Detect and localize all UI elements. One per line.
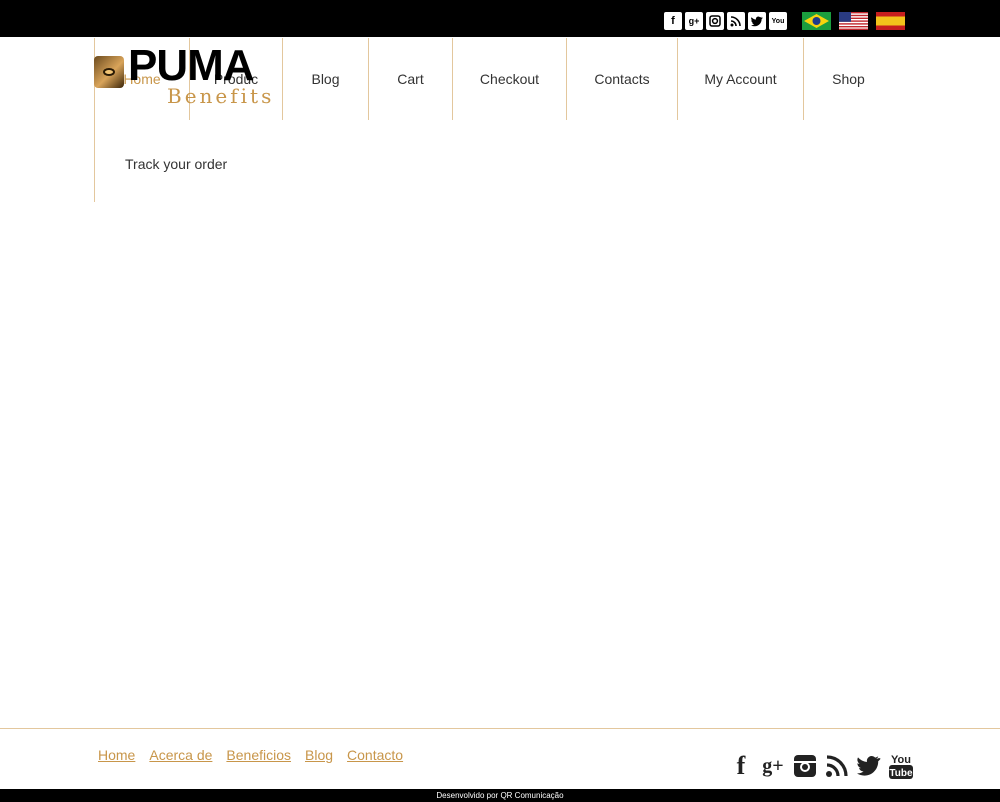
google-plus-icon[interactable]: g+ bbox=[760, 752, 786, 780]
nav-item-track-order[interactable]: Track your order bbox=[125, 156, 227, 172]
rss-icon[interactable] bbox=[824, 752, 850, 780]
rss-icon[interactable] bbox=[727, 12, 745, 30]
youtube-icon[interactable]: You bbox=[769, 12, 787, 30]
footer-link-blog[interactable]: Blog bbox=[305, 747, 333, 763]
footer-divider bbox=[0, 728, 1000, 729]
nav-item-cart[interactable]: Cart bbox=[368, 38, 452, 120]
top-social-icons: f g+ You bbox=[664, 12, 787, 30]
nav-item-blog[interactable]: Blog bbox=[282, 38, 368, 120]
nav-item-contacts[interactable]: Contacts bbox=[566, 38, 677, 120]
footer-link-home[interactable]: Home bbox=[98, 747, 135, 763]
logo[interactable]: PUMA Benefits bbox=[94, 44, 280, 110]
nav-item-shop[interactable]: Shop bbox=[803, 38, 893, 120]
puma-eye-icon bbox=[94, 56, 124, 88]
nav-item-my-account[interactable]: My Account bbox=[677, 38, 803, 120]
facebook-icon[interactable]: f bbox=[664, 12, 682, 30]
top-bar: f g+ You bbox=[0, 0, 1000, 37]
footer-link-benefits[interactable]: Beneficios bbox=[226, 747, 291, 763]
logo-primary-text: PUMA bbox=[128, 41, 255, 90]
facebook-icon[interactable]: f bbox=[728, 751, 754, 780]
usa-flag[interactable] bbox=[839, 12, 868, 30]
nav-submenu: Track your order bbox=[94, 120, 334, 202]
footer-links: Home Acerca de Beneficios Blog Contacto bbox=[98, 747, 403, 763]
youtube-icon[interactable]: You Tube bbox=[888, 752, 914, 780]
instagram-icon[interactable] bbox=[706, 12, 724, 30]
brazil-flag[interactable] bbox=[802, 12, 831, 30]
credit-text[interactable]: Desenvolvido por QR Comunicação bbox=[436, 791, 563, 800]
svg-text:You: You bbox=[891, 754, 911, 766]
nav-item-checkout[interactable]: Checkout bbox=[452, 38, 566, 120]
footer-social-icons: f g+ You Tube bbox=[728, 750, 914, 780]
spain-flag[interactable] bbox=[876, 12, 905, 30]
instagram-icon[interactable] bbox=[792, 752, 818, 780]
svg-text:Tube: Tube bbox=[889, 768, 913, 779]
twitter-icon[interactable] bbox=[748, 12, 766, 30]
language-flags bbox=[802, 12, 905, 30]
footer-link-about[interactable]: Acerca de bbox=[149, 747, 212, 763]
logo-secondary-text: Benefits bbox=[167, 84, 275, 108]
footer-link-contact[interactable]: Contacto bbox=[347, 747, 403, 763]
twitter-icon[interactable] bbox=[856, 752, 882, 780]
credit-bar: Desenvolvido por QR Comunicação bbox=[0, 789, 1000, 802]
google-plus-icon[interactable]: g+ bbox=[685, 12, 703, 30]
